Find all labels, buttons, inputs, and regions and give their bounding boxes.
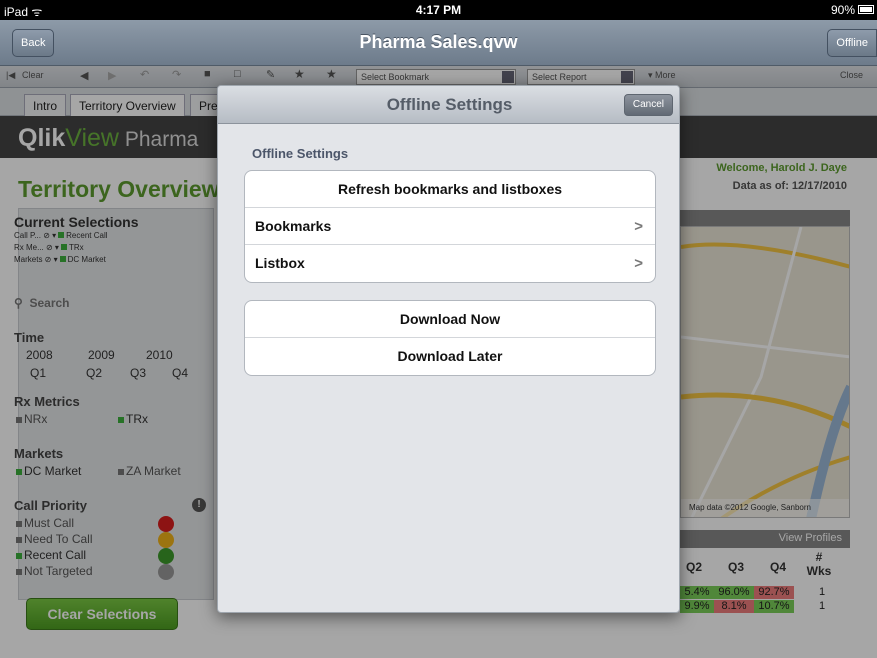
row-label: Download Later [397, 348, 503, 364]
offline-button[interactable]: Offline [827, 29, 877, 57]
popover-header: Offline Settings Cancel [218, 86, 679, 124]
offline-settings-group-label: Offline Settings [252, 146, 349, 161]
row-label: Refresh bookmarks and listboxes [337, 181, 563, 197]
settings-group: Refresh bookmarks and listboxes Bookmark… [244, 170, 656, 283]
row-label: Bookmarks [255, 218, 332, 234]
chevron-right-icon: > [634, 218, 643, 235]
refresh-bookmarks-row[interactable]: Refresh bookmarks and listboxes [245, 171, 655, 208]
chevron-right-icon: > [634, 255, 643, 272]
clock: 4:17 PM [415, 3, 462, 17]
download-group: Download Now Download Later [244, 300, 656, 376]
offline-settings-popover: Offline Settings Cancel Offline Settings… [217, 85, 680, 613]
popover-title: Offline Settings [386, 95, 513, 114]
battery-icon [858, 5, 874, 14]
bookmarks-row[interactable]: Bookmarks > [245, 208, 655, 245]
cancel-button[interactable]: Cancel [623, 94, 673, 116]
row-label: Listbox [255, 255, 305, 271]
download-now-row[interactable]: Download Now [245, 301, 655, 338]
download-later-row[interactable]: Download Later [245, 338, 655, 375]
listbox-row[interactable]: Listbox > [245, 245, 655, 282]
nav-bar: Back Pharma Sales.qvw Offline [0, 20, 877, 66]
status-bar: iPad ᯤ 4:17 PM 90% [0, 0, 877, 20]
row-label: Download Now [399, 311, 501, 327]
battery-percent: 90% [830, 3, 855, 17]
document-title: Pharma Sales.qvw [359, 32, 518, 52]
